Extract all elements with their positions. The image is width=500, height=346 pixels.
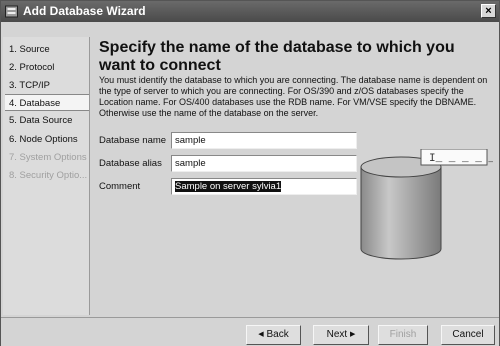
- page-description: You must identify the database to which …: [99, 75, 488, 118]
- next-button-label: Next: [326, 329, 348, 340]
- cancel-button-label: Cancel: [452, 329, 484, 340]
- close-icon: ×: [485, 5, 492, 17]
- nav-item-database[interactable]: 4. Database: [5, 94, 89, 111]
- nav-item-source[interactable]: 1. Source: [5, 41, 89, 58]
- nav-item-label: 3. TCP/IP: [9, 80, 51, 91]
- nav-item-label: 1. Source: [9, 44, 50, 55]
- database-illustration: I_ _ _ _ _: [353, 148, 495, 269]
- illustration-caret-label: I_ _ _ _ _: [429, 153, 493, 165]
- nav-item-label: 6. Node Options: [9, 134, 78, 145]
- wizard-steps-nav: 1. Source 2. Protocol 3. TCP/IP 4. Datab…: [3, 37, 90, 315]
- nav-item-label: 4. Database: [9, 98, 61, 109]
- database-cylinder-icon: I_ _ _ _ _: [360, 148, 495, 260]
- nav-item-node-options[interactable]: 6. Node Options: [5, 131, 89, 148]
- next-arrow-icon: ▶: [349, 331, 356, 338]
- database-alias-label: Database alias: [99, 158, 162, 169]
- next-button[interactable]: Next ▶: [313, 325, 369, 345]
- nav-item-security-options: 8. Security Optio...: [5, 167, 89, 184]
- nav-item-label: 7. System Options: [9, 152, 87, 163]
- wizard-footer: ◀ Back Next ▶ Finish Cancel: [1, 317, 499, 346]
- back-arrow-icon: ◀: [258, 331, 264, 338]
- database-name-label: Database name: [99, 135, 167, 146]
- close-button[interactable]: ×: [481, 4, 496, 18]
- window-title: Add Database Wizard: [23, 4, 146, 18]
- comment-input[interactable]: Sample on server sylvia1: [171, 178, 357, 195]
- nav-item-tcpip[interactable]: 3. TCP/IP: [5, 77, 89, 94]
- database-alias-input[interactable]: sample: [171, 155, 357, 172]
- nav-item-label: 2. Protocol: [9, 62, 55, 73]
- page-title: Specify the name of the database to whic…: [99, 39, 455, 74]
- database-name-input[interactable]: sample: [171, 132, 357, 149]
- back-button[interactable]: ◀ Back: [246, 325, 301, 345]
- wizard-window: Add Database Wizard × 1. Source 2. Proto…: [0, 0, 500, 346]
- nav-item-system-options: 7. System Options: [5, 149, 89, 166]
- cancel-button[interactable]: Cancel: [441, 325, 495, 345]
- title-bar[interactable]: Add Database Wizard ×: [1, 1, 499, 22]
- nav-item-data-source[interactable]: 5. Data Source: [5, 112, 89, 129]
- finish-button: Finish: [378, 325, 428, 345]
- back-button-label: Back: [266, 329, 289, 340]
- nav-item-label: 5. Data Source: [9, 115, 73, 126]
- comment-label: Comment: [99, 181, 141, 192]
- nav-item-label: 8. Security Optio...: [9, 170, 88, 181]
- finish-button-label: Finish: [389, 329, 417, 340]
- comment-input-value: Sample on server sylvia1: [175, 181, 282, 192]
- nav-item-protocol[interactable]: 2. Protocol: [5, 59, 89, 76]
- wizard-page: Specify the name of the database to whic…: [91, 37, 497, 315]
- database-app-icon: [5, 5, 18, 18]
